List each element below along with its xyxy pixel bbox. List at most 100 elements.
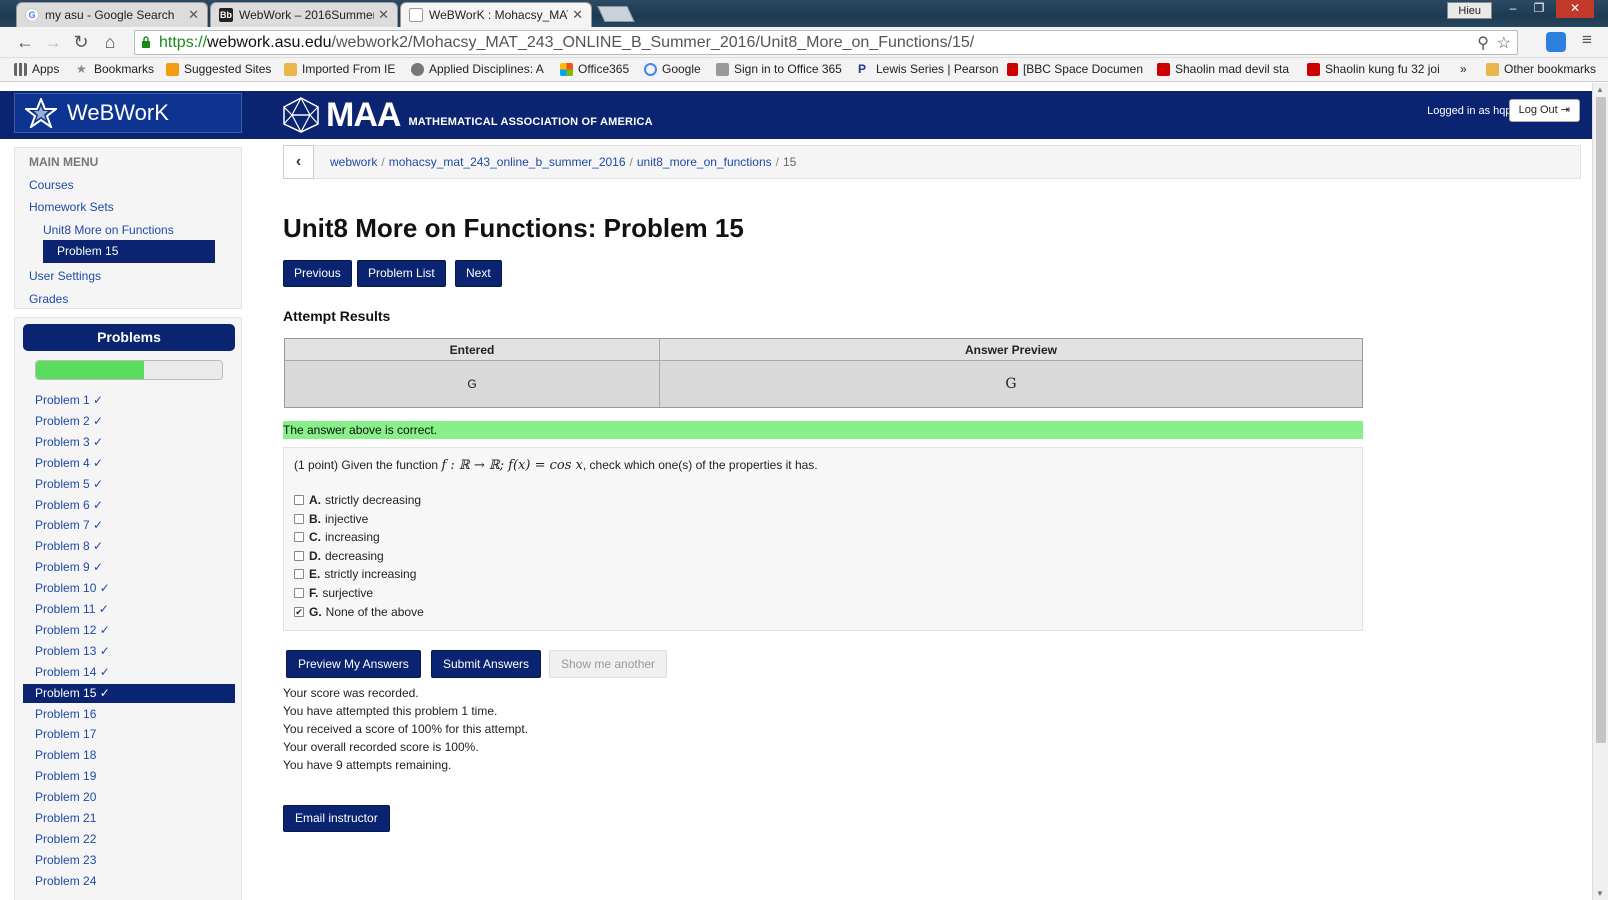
option-checkbox[interactable] (294, 495, 304, 505)
answer-option[interactable]: B. injective (294, 512, 368, 526)
browser-tab-webwork[interactable]: WeBWorK : Mohacsy_MAT ✕ (400, 2, 592, 27)
problem-link[interactable]: Problem 10 ✓ (23, 579, 235, 598)
answer-option[interactable]: E. strictly increasing (294, 567, 416, 581)
option-checkbox[interactable] (294, 532, 304, 543)
youtube-icon (1157, 62, 1170, 76)
problem-link[interactable]: Problem 23 (23, 851, 235, 870)
bookmark-star-icon[interactable]: ☆ (1497, 33, 1511, 53)
restore-icon[interactable]: ❐ (1526, 0, 1552, 18)
breadcrumb-set[interactable]: unit8_more_on_functions (637, 155, 772, 169)
close-window-icon[interactable]: ✕ (1556, 0, 1594, 18)
problem-link[interactable]: Problem 5 ✓ (23, 475, 235, 494)
bookmark-shaolin-kungfu[interactable]: Shaolin kung fu 32 joi (1307, 62, 1443, 76)
answer-option[interactable]: A. strictly decreasing (294, 493, 421, 507)
menu-homework-sets-link[interactable]: Homework Sets (29, 200, 114, 214)
profile-button[interactable]: Hieu (1447, 2, 1492, 19)
menu-current-problem[interactable]: Problem 15 (43, 240, 215, 263)
problem-link[interactable]: Problem 21 (23, 809, 235, 828)
bookmarks-overflow[interactable]: » (1460, 62, 1467, 76)
reload-icon[interactable]: ↻ (70, 31, 92, 53)
minimize-icon[interactable]: – (1500, 0, 1526, 18)
close-tab-icon[interactable]: ✕ (572, 7, 583, 23)
problem-link[interactable]: Problem 22 (23, 830, 235, 849)
menu-courses-link[interactable]: Courses (29, 178, 74, 192)
problem-link[interactable]: Problem 14 ✓ (23, 663, 235, 682)
back-icon[interactable]: ← (14, 31, 36, 53)
scroll-down-icon[interactable]: ▼ (1596, 889, 1604, 898)
bookmark-pearson[interactable]: P Lewis Series | Pearson (858, 62, 999, 76)
option-checkbox[interactable]: ✔ (294, 606, 304, 617)
breadcrumb-course[interactable]: mohacsy_mat_243_online_b_summer_2016 (389, 155, 626, 169)
next-button[interactable]: Next (455, 260, 502, 287)
webwork-logo[interactable]: WeBWorK (14, 93, 242, 133)
previous-button[interactable]: Previous (283, 260, 352, 287)
page-icon (716, 62, 729, 76)
bookmark-google[interactable]: Google (644, 62, 701, 76)
close-tab-icon[interactable]: ✕ (188, 7, 199, 23)
bookmark-shaolin-devil[interactable]: Shaolin mad devil sta (1157, 62, 1293, 76)
answer-option[interactable]: F. surjective (294, 586, 373, 600)
answer-option[interactable]: ✔ G. None of the above (294, 605, 424, 619)
new-tab-button[interactable] (597, 6, 635, 22)
forward-icon[interactable]: → (42, 31, 64, 53)
submit-answers-button[interactable]: Submit Answers (431, 650, 542, 678)
option-checkbox[interactable] (294, 569, 304, 580)
option-checkbox[interactable] (294, 588, 304, 598)
show-another-button[interactable]: Show me another (549, 650, 668, 678)
close-tab-icon[interactable]: ✕ (378, 7, 389, 23)
logout-button[interactable]: Log Out ⇥ (1508, 99, 1580, 122)
menu-icon[interactable]: ≡ (1582, 30, 1592, 50)
problem-link[interactable]: Problem 12 ✓ (23, 621, 235, 640)
problem-link[interactable]: Problem 4 ✓ (23, 454, 235, 473)
email-instructor-button[interactable]: Email instructor (283, 805, 390, 832)
preview-answers-button[interactable]: Preview My Answers (286, 650, 421, 678)
extension-icon[interactable] (1546, 32, 1566, 52)
problem-link[interactable]: Problem 13 ✓ (23, 642, 235, 661)
problem-link[interactable]: Problem 7 ✓ (23, 516, 235, 535)
bookmark-apps[interactable]: Apps (14, 62, 59, 76)
tab-title: my asu - Google Search (45, 8, 175, 22)
breadcrumb-webwork[interactable]: webwork (330, 155, 377, 169)
bookmark-other[interactable]: Other bookmarks (1486, 62, 1596, 76)
problem-link[interactable]: Problem 20 (23, 788, 235, 807)
problem-link-current[interactable]: Problem 15 ✓ (23, 683, 235, 703)
problem-link[interactable]: Problem 8 ✓ (23, 537, 235, 556)
problem-list-button[interactable]: Problem List (357, 260, 446, 287)
problem-link[interactable]: Problem 1 ✓ (23, 391, 235, 410)
browser-tab-blackboard[interactable]: Bb WebWork – 2016Summer ✕ (210, 2, 398, 27)
col-preview-header: Answer Preview (660, 339, 1362, 361)
problem-link[interactable]: Problem 9 ✓ (23, 558, 235, 577)
menu-grades-link[interactable]: Grades (29, 292, 68, 306)
address-bar[interactable]: https://webwork.asu.edu/webwork2/Mohacsy… (134, 30, 1518, 55)
scrollbar-thumb[interactable] (1596, 97, 1606, 743)
problem-link[interactable]: Problem 17 (23, 725, 235, 744)
bookmark-bookmarks[interactable]: ★ Bookmarks (76, 62, 154, 76)
problem-link[interactable]: Problem 16 (23, 705, 235, 724)
problem-link[interactable]: Problem 6 ✓ (23, 496, 235, 515)
search-icon[interactable]: ⚲ (1477, 33, 1489, 53)
bookmark-imported-ie[interactable]: Imported From IE (284, 62, 395, 76)
problem-link[interactable]: Problem 2 ✓ (23, 412, 235, 431)
menu-user-settings-link[interactable]: User Settings (29, 269, 101, 283)
problem-link[interactable]: Problem 19 (23, 767, 235, 786)
problem-link[interactable]: Problem 18 (23, 746, 235, 765)
answer-option[interactable]: C. increasing (294, 530, 380, 544)
problem-link[interactable]: Problem 24 (23, 872, 235, 891)
bookmark-suggested-sites[interactable]: Suggested Sites (166, 62, 271, 76)
option-letter: F. (309, 586, 319, 600)
page-scrollbar[interactable]: ▲ ▼ (1592, 83, 1608, 900)
bookmark-applied-disciplines[interactable]: Applied Disciplines: A (411, 62, 544, 76)
scroll-up-icon[interactable]: ▲ (1596, 85, 1604, 94)
home-icon[interactable]: ⌂ (99, 31, 121, 53)
browser-tab-google[interactable]: G my asu - Google Search ✕ (16, 2, 208, 27)
bookmark-bbc-space[interactable]: [BBC Space Documen (1007, 62, 1143, 76)
back-chevron-icon[interactable]: ‹ (283, 145, 314, 179)
menu-set-link[interactable]: Unit8 More on Functions (43, 223, 174, 237)
problem-link[interactable]: Problem 3 ✓ (23, 433, 235, 452)
option-checkbox[interactable] (294, 513, 304, 524)
bookmark-office-signin[interactable]: Sign in to Office 365 (716, 62, 842, 76)
option-checkbox[interactable] (294, 550, 304, 561)
bookmark-office365[interactable]: Office365 (560, 62, 629, 76)
problem-link[interactable]: Problem 11 ✓ (23, 600, 235, 619)
answer-option[interactable]: D. decreasing (294, 549, 384, 563)
